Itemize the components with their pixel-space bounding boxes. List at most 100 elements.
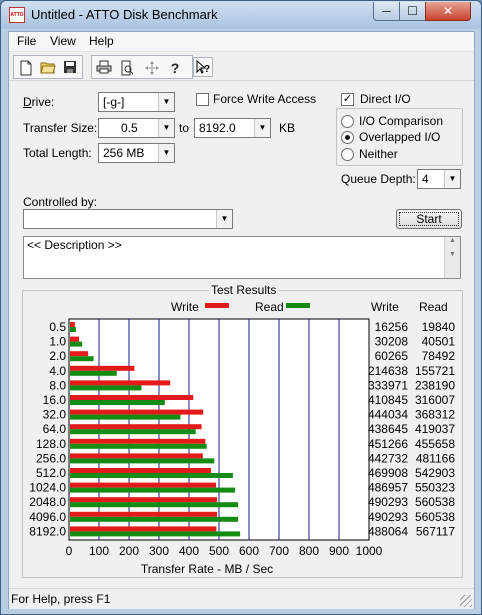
chevron-down-icon[interactable]: ▼ xyxy=(158,93,174,111)
force-write-checkbox[interactable] xyxy=(196,93,209,106)
transfer-from-value: 0.5 xyxy=(121,121,138,135)
read-bar xyxy=(70,414,181,420)
help-icon[interactable]: ? xyxy=(165,58,185,78)
write-column-header: Write xyxy=(371,300,399,314)
queue-depth-value: 4 xyxy=(422,172,429,186)
write-bar xyxy=(70,497,218,503)
write-bar xyxy=(70,482,217,488)
read-bar xyxy=(70,531,241,537)
plot-area: 0 100 200 300 400 500 600 700 800 900 1000 0.5 16256… xyxy=(29,318,456,558)
new-icon[interactable] xyxy=(16,58,36,78)
write-bar xyxy=(70,424,202,430)
y-category-label: 512.0 xyxy=(36,466,66,480)
write-value-label: 451266 xyxy=(368,437,408,451)
description-field[interactable]: << Description >> ▲ ▼ xyxy=(23,236,461,279)
chevron-down-icon[interactable]: ▼ xyxy=(158,144,174,162)
read-value-label: 560538 xyxy=(415,510,455,524)
x-tick-label: 1000 xyxy=(356,544,383,558)
write-bar xyxy=(70,438,206,444)
direct-io-checkbox[interactable]: ✓ xyxy=(341,93,354,106)
neither-radio[interactable] xyxy=(341,148,354,161)
read-value-label: 560538 xyxy=(415,495,455,509)
save-icon[interactable] xyxy=(60,58,80,78)
write-bar xyxy=(70,468,211,473)
read-value-label: 481166 xyxy=(416,451,455,465)
write-value-label: 488064 xyxy=(368,524,408,538)
legend-write-label: Write xyxy=(171,300,199,314)
write-value-label: 490293 xyxy=(368,495,408,509)
write-value-label: 469908 xyxy=(368,466,408,480)
legend-write-swatch xyxy=(205,303,229,308)
file-toolbar-group xyxy=(13,55,83,79)
io-comparison-radio[interactable] xyxy=(341,115,354,128)
x-tick-label: 900 xyxy=(329,544,349,558)
read-column-header: Read xyxy=(419,300,448,314)
controlled-by-label: Controlled by: xyxy=(23,195,98,209)
transfer-from-select[interactable]: 0.5 ▼ xyxy=(98,118,175,138)
read-value-label: 542903 xyxy=(415,466,455,480)
read-bar xyxy=(70,356,94,362)
overlapped-io-radio[interactable] xyxy=(341,131,354,144)
drive-value: [-g-] xyxy=(103,95,125,109)
read-bar xyxy=(70,458,215,464)
print-preview-icon[interactable] xyxy=(117,58,137,78)
transfer-to-select[interactable]: 8192.0 ▼ xyxy=(194,118,271,138)
maximize-button[interactable]: ☐ xyxy=(399,2,426,21)
menu-file[interactable]: File xyxy=(15,34,38,48)
x-tick-label: 300 xyxy=(149,544,169,558)
controlled-by-select[interactable]: ▼ xyxy=(23,209,233,229)
move-icon[interactable] xyxy=(142,58,162,78)
resize-grip[interactable] xyxy=(460,595,472,607)
y-category-label: 4096.0 xyxy=(29,510,66,524)
x-tick-label: 100 xyxy=(89,544,109,558)
read-value-label: 368312 xyxy=(415,408,455,422)
read-bar xyxy=(70,502,239,508)
menu-help[interactable]: Help xyxy=(87,34,116,48)
write-value-label: 486957 xyxy=(368,481,408,495)
chevron-down-icon[interactable]: ▼ xyxy=(444,170,460,188)
read-bar xyxy=(70,341,83,347)
toolbar: ? ? xyxy=(9,53,474,81)
queue-depth-label: Queue Depth: xyxy=(341,172,416,186)
y-category-label: 16.0 xyxy=(43,393,67,407)
force-write-label[interactable]: Force Write Access xyxy=(213,92,316,106)
description-scrollbar[interactable]: ▲ ▼ xyxy=(444,237,460,278)
context-help-icon[interactable]: ? xyxy=(193,57,213,77)
total-length-select[interactable]: 256 MB ▼ xyxy=(98,143,175,163)
menu-view[interactable]: View xyxy=(48,34,78,48)
y-category-label: 1024.0 xyxy=(29,481,66,495)
y-category-label: 4.0 xyxy=(49,364,66,378)
write-bar xyxy=(70,380,171,386)
write-value-label: 333971 xyxy=(368,378,408,392)
read-bar xyxy=(70,429,196,435)
print-icon[interactable] xyxy=(94,58,114,78)
direct-io-label[interactable]: Direct I/O xyxy=(358,92,413,106)
chevron-down-icon[interactable]: ▼ xyxy=(158,119,174,137)
read-value-label: 40501 xyxy=(422,335,456,349)
read-value-label: 155721 xyxy=(415,364,455,378)
write-value-label: 16256 xyxy=(375,320,409,334)
start-button[interactable]: Start xyxy=(396,209,462,229)
x-tick-label: 0 xyxy=(66,544,73,558)
x-tick-label: 400 xyxy=(179,544,199,558)
menu-bar: File View Help xyxy=(9,32,474,52)
write-bar xyxy=(70,511,218,517)
queue-depth-select[interactable]: 4 ▼ xyxy=(417,169,461,189)
io-comparison-label[interactable]: I/O Comparison xyxy=(359,114,443,128)
neither-label[interactable]: Neither xyxy=(359,147,398,161)
chevron-down-icon[interactable]: ▼ xyxy=(254,119,270,137)
chevron-down-icon[interactable]: ▼ xyxy=(216,210,232,228)
close-button[interactable]: ✕ xyxy=(425,2,471,21)
write-value-label: 444034 xyxy=(368,408,408,422)
status-bar: For Help, press F1 xyxy=(9,588,474,609)
write-bar xyxy=(70,453,203,459)
write-value-label: 438645 xyxy=(368,422,408,436)
x-axis-label: Transfer Rate - MB / Sec xyxy=(141,562,273,576)
drive-select[interactable]: [-g-] ▼ xyxy=(98,92,175,112)
read-bar xyxy=(70,516,239,522)
title-bar[interactable]: ATTO Untitled - ATTO Disk Benchmark ─ ☐ … xyxy=(1,1,481,29)
minimize-button[interactable]: ─ xyxy=(373,2,400,21)
open-icon[interactable] xyxy=(38,58,58,78)
atto-app-icon[interactable]: ATTO xyxy=(9,7,25,23)
overlapped-io-label[interactable]: Overlapped I/O xyxy=(359,130,440,144)
